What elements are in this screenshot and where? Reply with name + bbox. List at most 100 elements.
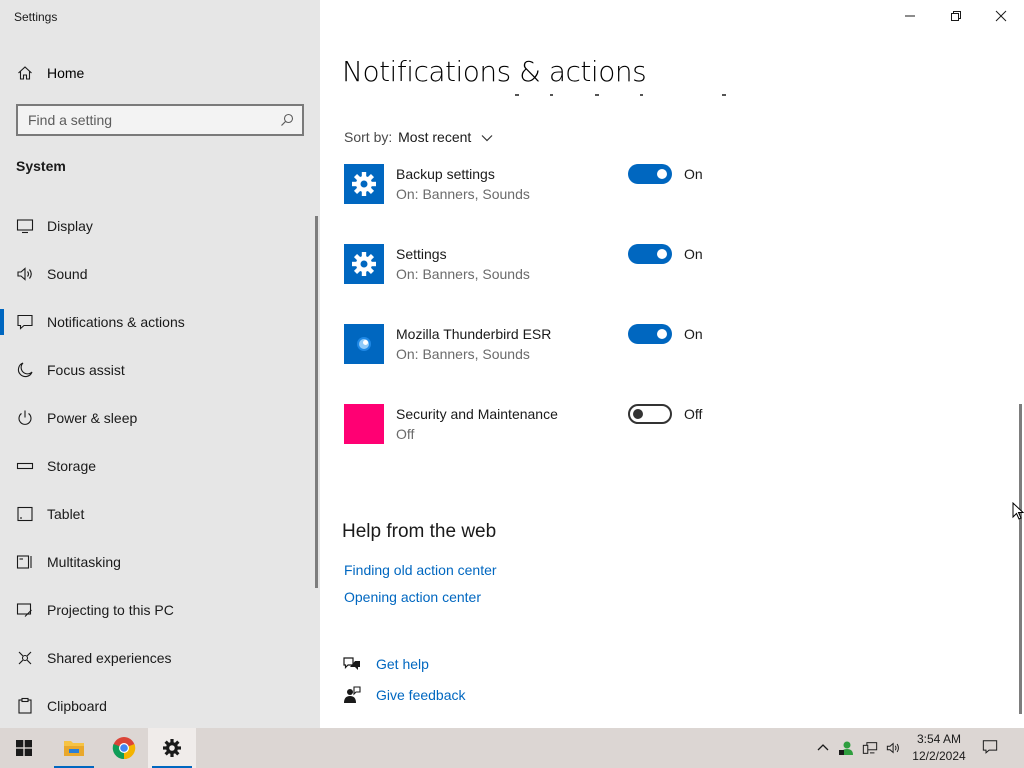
notification-toggle[interactable] <box>628 244 672 264</box>
tablet-icon <box>17 506 33 522</box>
settings-taskbar-button[interactable] <box>148 728 196 768</box>
thunderbird-icon <box>357 337 371 351</box>
sidebar-item-focus-assist[interactable]: Focus assist <box>0 349 320 397</box>
help-link-opening-action-center[interactable]: Opening action center <box>344 589 481 605</box>
sidebar-scrollbar[interactable] <box>315 216 318 588</box>
sidebar-item-sound[interactable]: Sound <box>0 253 320 301</box>
sidebar-item-display[interactable]: Display <box>0 205 320 253</box>
app-notification-row[interactable]: Mozilla Thunderbird ESR On: Banners, Sou… <box>344 324 744 368</box>
action-center-icon[interactable] <box>982 739 998 755</box>
windows-logo-icon <box>16 740 32 756</box>
sidebar-item-storage[interactable]: Storage <box>0 445 320 493</box>
toggle-state-label: On <box>684 246 703 262</box>
sidebar-item-label: Multitasking <box>47 554 121 570</box>
file-explorer-button[interactable] <box>50 728 98 768</box>
app-name: Mozilla Thunderbird ESR <box>396 326 552 342</box>
sidebar-item-tablet[interactable]: Tablet <box>0 493 320 541</box>
mouse-cursor-icon <box>1012 502 1024 520</box>
page-title: Notifications & actions <box>342 55 647 88</box>
search-placeholder: Find a setting <box>28 112 113 128</box>
toggle-state-label: On <box>684 166 703 182</box>
minimize-button[interactable] <box>887 0 933 32</box>
restore-button[interactable] <box>933 0 979 32</box>
volume-icon[interactable] <box>886 740 902 756</box>
notification-icon <box>17 314 33 330</box>
sort-label: Sort by: <box>344 129 393 145</box>
home-nav-item[interactable]: Home <box>0 60 320 86</box>
sidebar-item-label: Storage <box>47 458 97 474</box>
sidebar-item-label: Clipboard <box>47 698 107 714</box>
app-name: Security and Maintenance <box>396 406 558 422</box>
get-help-link[interactable]: Get help <box>376 656 429 672</box>
notification-toggle[interactable] <box>628 324 672 344</box>
app-tile <box>344 164 384 204</box>
chrome-icon <box>112 737 136 760</box>
sort-dropdown[interactable]: Sort by: Most recent <box>344 129 493 145</box>
app-tile <box>344 244 384 284</box>
folder-icon <box>64 741 84 756</box>
app-status: Off <box>396 426 415 442</box>
minimize-icon <box>905 15 915 17</box>
projecting-icon <box>16 603 32 617</box>
multitasking-icon <box>16 555 32 569</box>
network-user-icon[interactable] <box>838 740 854 756</box>
clock-time: 3:54 AM <box>916 732 962 746</box>
toggle-knob <box>657 169 667 179</box>
get-help-icon <box>343 657 360 670</box>
sidebar-item-clipboard[interactable]: Clipboard <box>0 685 320 733</box>
gear-icon <box>352 252 376 276</box>
app-tile <box>344 324 384 364</box>
sidebar-item-label: Tablet <box>47 506 85 522</box>
security-maintenance-icon <box>344 404 384 444</box>
sidebar-item-label: Notifications & actions <box>47 314 185 330</box>
sidebar-item-label: Shared experiences <box>47 650 172 666</box>
sidebar-item-label: Focus assist <box>47 362 125 378</box>
gear-icon <box>163 739 181 757</box>
sidebar-item-label: Sound <box>47 266 88 282</box>
help-section-title: Help from the web <box>342 521 497 542</box>
sidebar-item-multitasking[interactable]: Multitasking <box>0 541 320 589</box>
power-icon <box>18 410 32 425</box>
toggle-state-label: Off <box>684 406 703 422</box>
search-input[interactable]: Find a setting <box>16 104 304 136</box>
sort-value: Most recent <box>398 129 472 145</box>
toggle-knob <box>657 329 667 339</box>
main-scrollbar[interactable] <box>1019 404 1022 714</box>
app-status: On: Banners, Sounds <box>396 186 530 202</box>
notification-toggle[interactable] <box>628 164 672 184</box>
chevron-down-icon <box>481 135 493 142</box>
sidebar: Settings Home Find a setting System Disp… <box>0 0 320 728</box>
app-notification-row[interactable]: Settings On: Banners, Sounds On <box>344 244 744 288</box>
sidebar-item-notifications[interactable]: Notifications & actions <box>0 301 320 349</box>
close-button[interactable] <box>978 0 1024 32</box>
start-button[interactable] <box>0 728 48 768</box>
sidebar-item-label: Power & sleep <box>47 410 138 426</box>
chevron-up-icon[interactable] <box>815 740 831 756</box>
sidebar-item-shared-experiences[interactable]: Shared experiences <box>0 637 320 685</box>
toggle-state-label: On <box>684 326 703 342</box>
search-icon[interactable] <box>280 113 294 127</box>
sidebar-item-projecting[interactable]: Projecting to this PC <box>0 589 320 637</box>
clock-date: 12/2/2024 <box>912 749 966 763</box>
sidebar-item-power-sleep[interactable]: Power & sleep <box>0 397 320 445</box>
app-title: Settings <box>14 10 58 24</box>
gear-icon <box>352 172 376 196</box>
give-feedback-icon <box>344 686 361 703</box>
section-title: System <box>16 158 66 174</box>
moon-icon <box>17 362 33 378</box>
app-notification-row[interactable]: Security and Maintenance Off Off <box>344 404 744 448</box>
help-link-finding-old-action-center[interactable]: Finding old action center <box>344 562 497 578</box>
sidebar-item-label: Projecting to this PC <box>47 602 174 618</box>
app-name: Settings <box>396 246 447 262</box>
give-feedback-link[interactable]: Give feedback <box>376 687 466 703</box>
chrome-button[interactable] <box>100 728 148 768</box>
clock[interactable]: 3:54 AM 12/2/2024 <box>906 731 972 765</box>
network-icon[interactable] <box>862 740 878 756</box>
shared-experiences-icon <box>18 651 32 665</box>
speaker-icon <box>17 267 32 281</box>
app-notification-row[interactable]: Backup settings On: Banners, Sounds On <box>344 164 744 208</box>
sidebar-nav: Display Sound Notifications & actions Fo… <box>0 205 320 733</box>
notification-toggle[interactable] <box>628 404 672 424</box>
home-label: Home <box>47 65 85 81</box>
restore-icon <box>951 11 961 21</box>
